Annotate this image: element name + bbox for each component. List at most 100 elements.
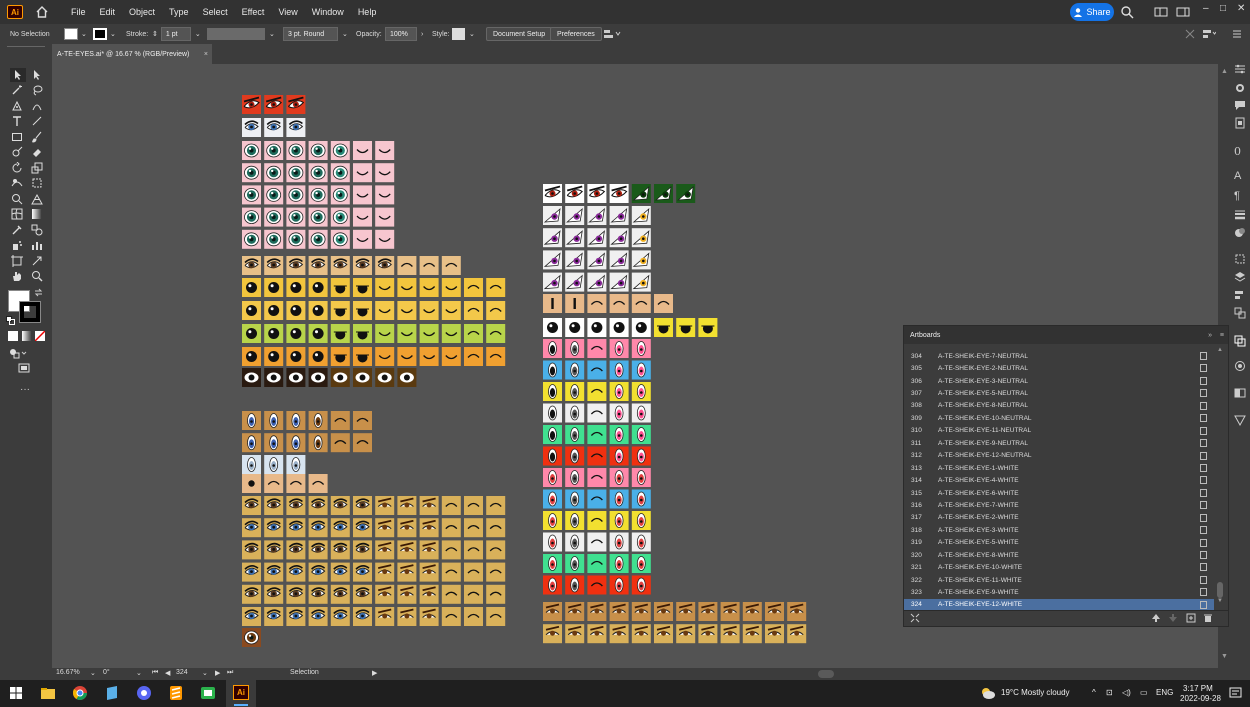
draw-mode-dropdown-icon[interactable]: [20, 347, 28, 359]
close-window-icon[interactable]: ✕: [1237, 3, 1245, 14]
menu-window[interactable]: Window: [312, 7, 344, 17]
fill-swatch[interactable]: ⌄: [64, 27, 87, 41]
gradient-mode-icon[interactable]: [22, 331, 32, 341]
line-tool-icon[interactable]: [31, 115, 43, 127]
rotation-dropdown-icon[interactable]: ⌄: [136, 669, 142, 677]
artboard-options-icon[interactable]: [1200, 600, 1207, 609]
artboard-row[interactable]: 319 A-TE-SHEIK-EYE-5-WHITE: [904, 537, 1214, 549]
home-icon[interactable]: [35, 5, 49, 19]
stroke-weight-dropdown-icon[interactable]: ⌄: [195, 30, 201, 38]
artboard-row[interactable]: 311 A-TE-SHEIK-EYE-9-NEUTRAL: [904, 437, 1214, 449]
artboard-name[interactable]: A-TE-SHEIK-EYE-12-WHITE: [934, 601, 1214, 608]
lasso-icon[interactable]: [31, 84, 43, 96]
panel-collapse-icon[interactable]: [1185, 27, 1195, 41]
artboard-name[interactable]: A-TE-SHEIK-EYE-10-WHITE: [934, 564, 1214, 571]
transparency-icon[interactable]: [1234, 414, 1246, 427]
artboard-name[interactable]: A-TE-SHEIK-EYE-11-NEUTRAL: [934, 427, 1214, 434]
artboard-name[interactable]: A-TE-SHEIK-EYE-9-NEUTRAL: [934, 440, 1214, 447]
artboard-options-icon[interactable]: [1200, 551, 1207, 559]
align-icon[interactable]: [1202, 27, 1216, 41]
chrome-icon[interactable]: [72, 685, 88, 701]
free-transform-icon[interactable]: [31, 177, 43, 189]
curvature-tool-icon[interactable]: [31, 100, 43, 112]
comments-icon[interactable]: [1234, 99, 1246, 111]
list-scroll-thumb[interactable]: [1217, 582, 1223, 598]
properties-icon[interactable]: [1234, 63, 1246, 75]
artboard-name[interactable]: A-TE-SHEIK-EYE-2-NEUTRAL: [934, 365, 1214, 372]
document-setup-button[interactable]: Document Setup: [486, 27, 553, 41]
artboard-row[interactable]: 309 A-TE-SHEIK-EYE-10-NEUTRAL: [904, 412, 1214, 424]
weather-cloud-icon[interactable]: [980, 686, 996, 700]
control-menu-icon[interactable]: [1232, 27, 1242, 41]
artboard-name[interactable]: A-TE-SHEIK-EYE-12-NEUTRAL: [934, 452, 1214, 459]
direct-selection-tool-icon[interactable]: [31, 69, 43, 81]
zoom-level[interactable]: 16.67%: [56, 669, 80, 676]
weather-text[interactable]: 19°C Mostly cloudy: [1001, 688, 1070, 697]
artboards-panel-title[interactable]: Artboards: [910, 332, 940, 339]
artboard-options-icon[interactable]: [1200, 501, 1207, 510]
scale-tool-icon[interactable]: [31, 162, 43, 174]
maximize-icon[interactable]: □: [1220, 3, 1226, 14]
delete-artboard-icon[interactable]: [1203, 613, 1213, 625]
zoom-tool-icon[interactable]: [31, 270, 43, 282]
menu-file[interactable]: File: [71, 7, 86, 17]
artboard-tool-icon[interactable]: [11, 255, 23, 267]
stroke-dropdown-icon[interactable]: ⌄: [110, 30, 116, 38]
selection-tool-icon[interactable]: [10, 68, 26, 82]
tray-expand-icon[interactable]: ^: [1092, 688, 1096, 697]
rectangle-tool-icon[interactable]: [11, 131, 23, 143]
discord-app-icon[interactable]: [136, 685, 152, 701]
panel-menu-icon[interactable]: ≡: [1220, 332, 1224, 339]
mesh-tool-icon[interactable]: [11, 208, 23, 220]
artboard-options-icon[interactable]: [1200, 414, 1207, 423]
scroll-up-icon[interactable]: ▲: [1221, 68, 1228, 75]
scroll-down-icon[interactable]: ▼: [1221, 653, 1228, 660]
layers-icon[interactable]: [1234, 271, 1246, 283]
column-graph-icon[interactable]: [31, 239, 43, 251]
artboard-name[interactable]: A-TE-SHEIK-EYE-3-WHITE: [934, 527, 1214, 534]
swatches-icon[interactable]: [1234, 226, 1246, 238]
artboard-options-icon[interactable]: [1200, 451, 1207, 460]
artboard-options-icon[interactable]: [1200, 463, 1207, 472]
stepper-icon[interactable]: ⇕: [152, 30, 158, 38]
next-artboard-icon[interactable]: ▶: [215, 669, 220, 677]
appearance-icon[interactable]: [1234, 360, 1246, 372]
artboard-options-icon[interactable]: [1200, 588, 1207, 597]
artboard-name[interactable]: A-TE-SHEIK-EYE-5-WHITE: [934, 539, 1214, 546]
artboard-name[interactable]: A-TE-SHEIK-EYE-6-WHITE: [934, 490, 1214, 497]
horizontal-scroll-thumb[interactable]: [818, 670, 834, 678]
stroke-panel-icon[interactable]: [1234, 208, 1246, 220]
gradient-tool-icon[interactable]: [31, 208, 43, 220]
artboard-name[interactable]: A-TE-SHEIK-EYE-5-NEUTRAL: [934, 390, 1214, 397]
arrange-icon[interactable]: [603, 27, 621, 41]
menu-type[interactable]: Type: [169, 7, 189, 17]
color-mode-icon[interactable]: [8, 331, 18, 341]
transform-icon[interactable]: [1234, 253, 1246, 265]
opacity-arrow-icon[interactable]: ›: [421, 31, 423, 38]
artboard-row[interactable]: 308 A-TE-SHEIK-EYE-8-NEUTRAL: [904, 400, 1214, 412]
artboard-options-icon[interactable]: [1200, 401, 1207, 410]
artboard-number[interactable]: 324: [176, 669, 188, 676]
paintbrush-icon[interactable]: [31, 131, 43, 143]
rearrange-artboards-icon[interactable]: [910, 613, 920, 625]
file-explorer-icon[interactable]: [40, 685, 56, 701]
artboard-dropdown-icon[interactable]: ⌄: [202, 669, 208, 677]
blend-tool-icon[interactable]: [31, 224, 43, 236]
style-dropdown-icon[interactable]: ⌄: [469, 30, 475, 38]
artboard-name[interactable]: A-TE-SHEIK-EYE-9-WHITE: [934, 589, 1214, 596]
hand-tool-icon[interactable]: [11, 270, 23, 282]
artboard-options-icon[interactable]: [1200, 476, 1207, 485]
rotation-value[interactable]: 0°: [103, 669, 110, 676]
artboard-row[interactable]: 323 A-TE-SHEIK-EYE-9-WHITE: [904, 586, 1214, 598]
previous-artboard-icon[interactable]: ◀: [165, 669, 170, 677]
default-colors-icon[interactable]: [6, 316, 15, 325]
artboard-row[interactable]: 310 A-TE-SHEIK-EYE-11-NEUTRAL: [904, 425, 1214, 437]
first-artboard-icon[interactable]: ⏮: [152, 669, 158, 677]
stroke-weight-field[interactable]: ⇕ 1 pt ⌄: [152, 27, 201, 41]
windows-start-icon[interactable]: [8, 685, 24, 701]
artboard-options-icon[interactable]: [1200, 364, 1207, 373]
perspective-grid-icon[interactable]: [31, 193, 43, 205]
paragraph-icon[interactable]: ¶: [1234, 190, 1246, 202]
fill-dropdown-icon[interactable]: ⌄: [81, 30, 87, 38]
artboard-name[interactable]: A-TE-SHEIK-EYE-3-NEUTRAL: [934, 378, 1214, 385]
